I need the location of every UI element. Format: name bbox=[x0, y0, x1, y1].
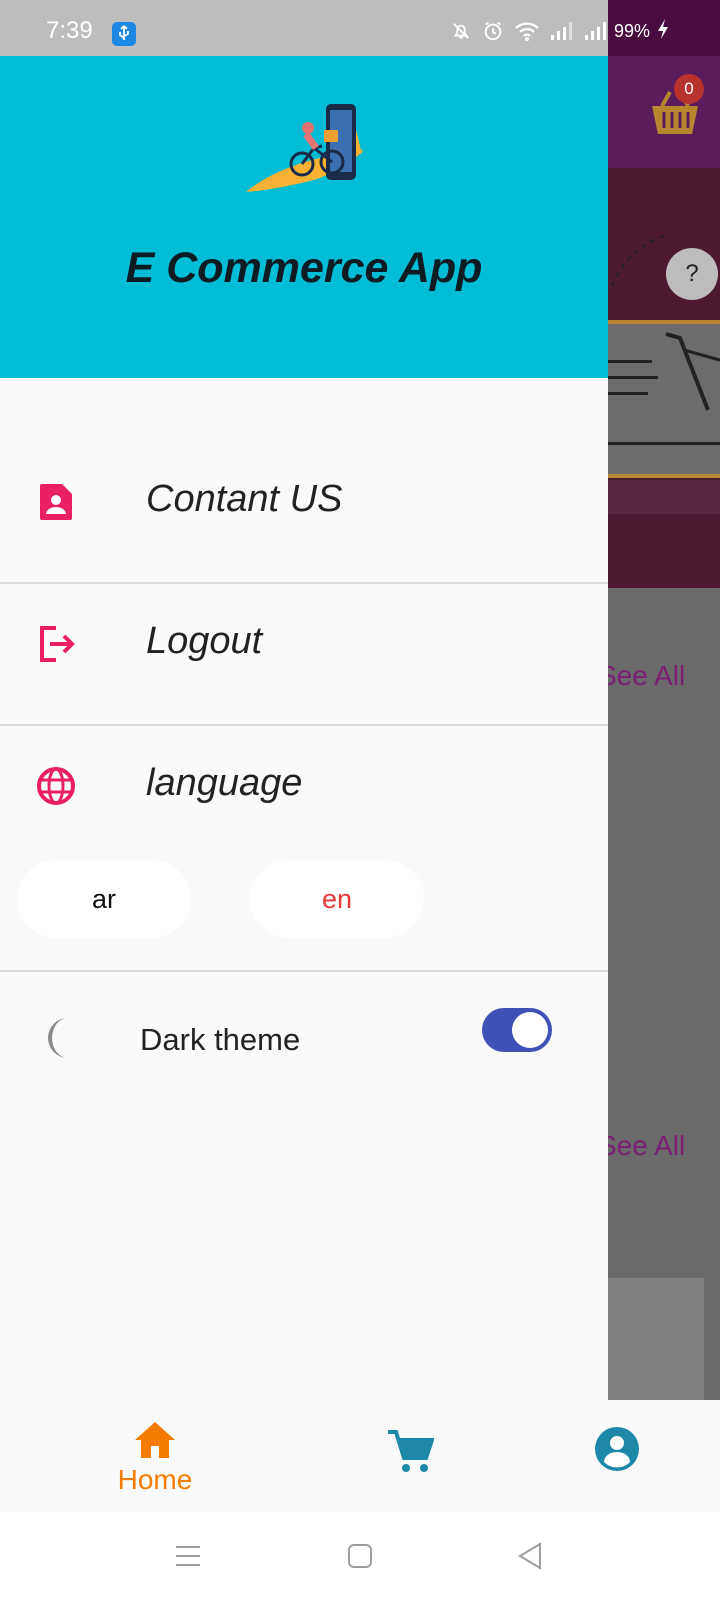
back-icon[interactable] bbox=[514, 1540, 546, 1572]
home-button-icon[interactable] bbox=[344, 1540, 376, 1572]
app-title: E Commerce App bbox=[125, 244, 483, 292]
logout-icon bbox=[40, 626, 75, 662]
dashed-arc-decoration bbox=[611, 235, 665, 287]
menu-item-contact-us[interactable]: Contant US bbox=[0, 434, 608, 574]
cart-icon[interactable] bbox=[386, 1428, 434, 1476]
dark-theme-label: Dark theme bbox=[140, 1022, 301, 1057]
status-bar: 7:39 bbox=[0, 0, 608, 56]
background-status-area: 99% bbox=[608, 0, 720, 56]
see-all-link-2[interactable]: See All bbox=[608, 1130, 685, 1162]
menu-item-logout[interactable]: Logout bbox=[0, 576, 608, 716]
nav-home-label: Home bbox=[117, 1464, 193, 1495]
recent-apps-icon[interactable] bbox=[172, 1540, 204, 1572]
drawer-header: E Commerce App bbox=[0, 56, 608, 378]
see-all-link-1[interactable]: See All bbox=[608, 660, 685, 692]
contact-icon bbox=[40, 484, 72, 520]
globe-icon bbox=[37, 767, 75, 805]
menu-item-language[interactable]: language bbox=[0, 718, 608, 858]
usb-icon bbox=[112, 22, 136, 46]
background-app: 0 ? See All See All bbox=[608, 56, 720, 1400]
dark-theme-toggle[interactable] bbox=[482, 1008, 552, 1052]
status-icons bbox=[450, 20, 608, 47]
language-button-en[interactable]: en bbox=[250, 860, 424, 938]
app-logo bbox=[246, 104, 364, 192]
dark-theme-row: Dark theme bbox=[0, 1000, 608, 1100]
moon-icon bbox=[48, 1018, 68, 1058]
nav-home-tab[interactable]: Home bbox=[100, 1420, 210, 1500]
wifi-icon bbox=[514, 20, 540, 47]
bottom-navigation: Home bbox=[0, 1400, 720, 1512]
battery-text: 99% bbox=[614, 21, 651, 41]
charging-icon bbox=[656, 18, 670, 45]
menu-item-label: language bbox=[146, 762, 303, 804]
language-button-ar[interactable]: ar bbox=[17, 860, 191, 938]
signal-icon bbox=[550, 21, 574, 46]
banner-strip bbox=[608, 480, 720, 514]
divider bbox=[0, 970, 608, 972]
signal-icon-2 bbox=[584, 21, 608, 46]
navigation-drawer: E Commerce App Contant US Logout languag… bbox=[0, 56, 608, 1400]
alarm-icon bbox=[482, 20, 504, 47]
background-appbar: 0 bbox=[608, 56, 720, 168]
banner-illustration bbox=[608, 320, 720, 478]
menu-item-label: Contant US bbox=[146, 478, 343, 520]
account-icon[interactable] bbox=[594, 1426, 640, 1472]
mute-icon bbox=[450, 20, 472, 47]
home-icon bbox=[135, 1422, 175, 1458]
background-product-card bbox=[608, 1278, 704, 1400]
status-time: 7:39 bbox=[46, 17, 93, 44]
help-button[interactable]: ? bbox=[666, 248, 718, 300]
shopping-cart-illustration bbox=[665, 332, 720, 411]
background-banner bbox=[608, 168, 720, 588]
toggle-knob bbox=[512, 1012, 548, 1048]
system-navigation-bar bbox=[0, 1512, 720, 1600]
menu-item-label: Logout bbox=[146, 620, 263, 662]
cart-count-badge: 0 bbox=[674, 74, 704, 104]
